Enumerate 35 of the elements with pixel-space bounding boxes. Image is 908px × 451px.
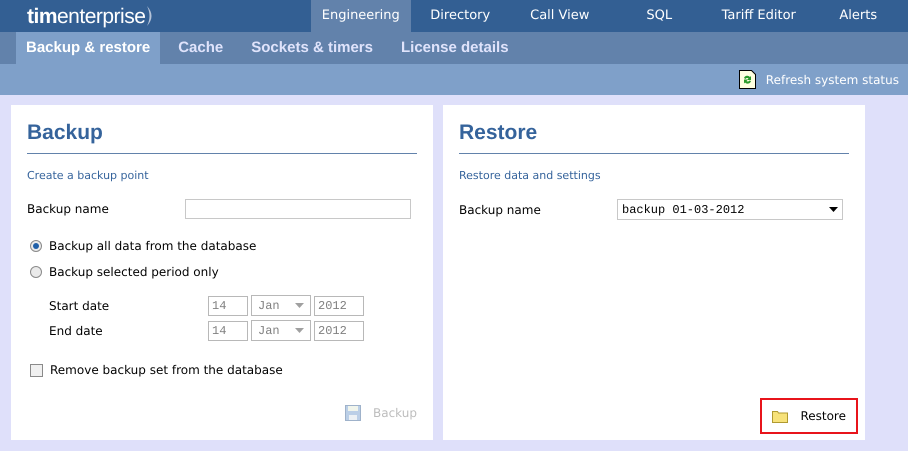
panel-title: Backup <box>27 117 417 154</box>
radio-label: Backup all data from the database <box>49 238 256 255</box>
date-label: Start date <box>49 298 110 314</box>
nav-tab[interactable]: Engineering <box>311 0 410 32</box>
folder-icon <box>772 410 788 422</box>
backup-name-field[interactable] <box>185 199 411 219</box>
sub-tab[interactable]: Sockets & timers <box>241 32 383 64</box>
panel-subtitle: Restore data and settings <box>459 168 602 184</box>
radio-label: Backup selected period only <box>49 264 219 281</box>
caret-icon <box>295 303 304 308</box>
sub-tab[interactable]: License details <box>390 32 519 64</box>
caret-icon <box>295 328 304 333</box>
field-label: Backup name <box>459 202 542 218</box>
refresh-button[interactable]: Refresh system status <box>738 70 899 89</box>
nav-tab[interactable]: Alerts <box>808 0 908 32</box>
restore-button[interactable]: Restore <box>760 398 858 434</box>
panel-title: Restore <box>459 117 849 154</box>
sub-tab[interactable]: Backup & restore <box>16 32 160 64</box>
radio-button[interactable] <box>30 266 42 278</box>
checkbox-label: Remove backup set from the database <box>50 362 283 379</box>
backup-name-dropdown[interactable]: backup 01-03-2012 <box>617 199 843 220</box>
caret-icon <box>829 207 838 212</box>
nav-tab[interactable]: SQL <box>610 0 709 32</box>
field-label: Backup name <box>27 201 110 218</box>
refresh-icon <box>738 70 756 89</box>
sub-tab[interactable]: Cache <box>168 32 234 64</box>
radio-button[interactable] <box>30 240 42 252</box>
swoosh-icon <box>146 6 154 26</box>
checkbox[interactable] <box>30 364 43 376</box>
panel-subtitle: Create a backup point <box>27 168 150 184</box>
nav-tab[interactable]: Tariff Editor <box>709 0 808 32</box>
date-label: End date <box>49 322 104 340</box>
nav-tab[interactable]: Call View <box>510 0 610 32</box>
logo: timenterprise <box>27 0 311 32</box>
nav-tab[interactable]: Directory <box>410 0 510 32</box>
